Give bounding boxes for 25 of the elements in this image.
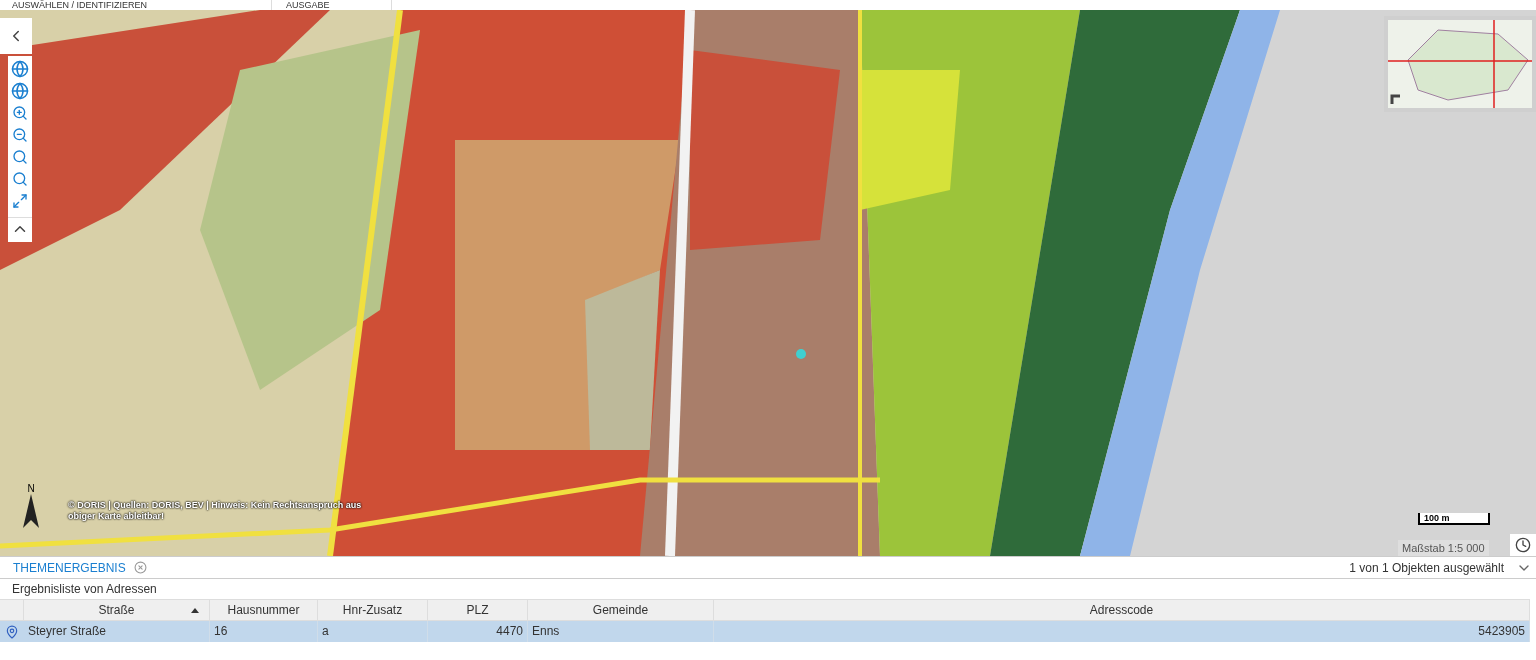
scale-label: Maßstab 1:5 000 bbox=[1398, 540, 1489, 556]
table-cell: Steyrer Straße bbox=[24, 621, 210, 642]
globe-icon[interactable] bbox=[9, 58, 31, 80]
address-icon bbox=[5, 624, 19, 639]
column-header[interactable]: Gemeinde bbox=[528, 600, 714, 620]
table-cell: a bbox=[318, 621, 428, 642]
column-header[interactable]: Adresscode bbox=[714, 600, 1530, 620]
globe-icon[interactable] bbox=[9, 80, 31, 102]
column-header[interactable]: Straße bbox=[24, 600, 210, 620]
table-cell: Enns bbox=[528, 621, 714, 642]
close-icon[interactable] bbox=[133, 561, 147, 574]
column-header[interactable]: Hausnummer bbox=[210, 600, 318, 620]
north-arrow-icon bbox=[22, 494, 40, 528]
clock-icon bbox=[1515, 537, 1531, 553]
table-cell: 16 bbox=[210, 621, 318, 642]
table-cell: 5423905 bbox=[714, 621, 1530, 642]
north-label: N bbox=[27, 484, 35, 494]
column-header[interactable]: PLZ bbox=[428, 600, 528, 620]
scale-bar-label: 100 m bbox=[1423, 513, 1450, 523]
column-header[interactable]: Hnr-Zusatz bbox=[318, 600, 428, 620]
clock-button[interactable] bbox=[1510, 534, 1536, 556]
selection-info: 1 von 1 Objekten ausgewählt bbox=[1349, 559, 1504, 577]
table-cell: 4470 bbox=[428, 621, 528, 642]
table-row[interactable]: Steyrer Straße 16 a 4470 Enns 5423905 bbox=[0, 621, 1530, 642]
list-title: Ergebnisliste von Adressen bbox=[11, 581, 158, 598]
